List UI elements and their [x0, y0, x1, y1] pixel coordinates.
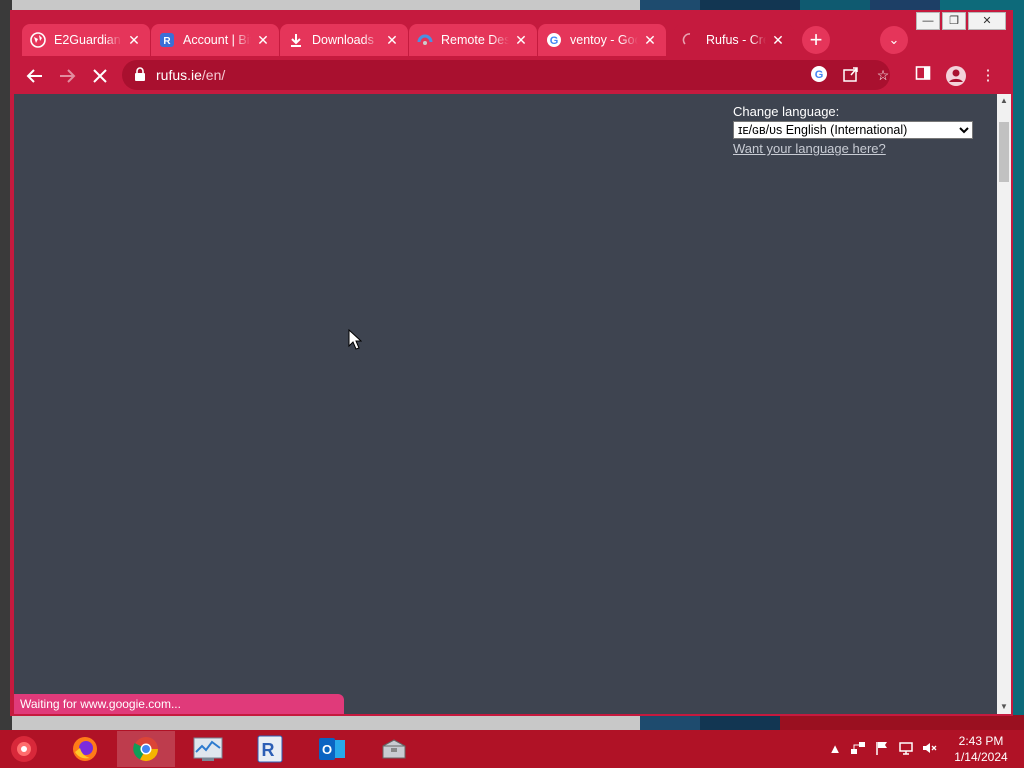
- rustdesk-icon: R: [159, 32, 175, 48]
- taskbar-rustdesk[interactable]: R: [241, 731, 299, 767]
- close-tab-icon[interactable]: ✕: [384, 32, 400, 48]
- bookmark-star-icon[interactable]: ☆: [873, 65, 893, 85]
- google-icon: G: [546, 32, 562, 48]
- loading-icon: [682, 32, 698, 48]
- display-icon[interactable]: [897, 740, 915, 758]
- remote-desktop-icon: [417, 32, 433, 48]
- forward-arrow-icon: [60, 69, 76, 83]
- close-icon: [93, 69, 107, 83]
- svg-text:O: O: [322, 742, 332, 757]
- status-bubble: Waiting for www.googie.com...: [14, 694, 344, 714]
- back-arrow-icon: [26, 69, 42, 83]
- svg-text:R: R: [262, 740, 275, 760]
- clock-date: 1/14/2024: [954, 750, 1008, 764]
- start-orb-icon: [11, 736, 37, 762]
- start-button[interactable]: [6, 732, 42, 766]
- tab-search-button[interactable]: ⌄: [880, 26, 908, 54]
- taskbar-firefox[interactable]: [56, 731, 114, 767]
- svg-text:G: G: [815, 69, 824, 81]
- taskbar-task-manager[interactable]: [179, 731, 237, 767]
- outlook-icon: O: [319, 738, 345, 760]
- url-path: /en/: [201, 67, 226, 83]
- chrome-icon: [133, 737, 158, 762]
- google-lens-icon[interactable]: G: [809, 65, 829, 85]
- browser-window: E2Guardian ✕ R Account | Bitwarden ✕ Dow…: [10, 10, 1013, 716]
- page-content: Change language: ɪᴇ/ɢʙ/ᴜs English (Inter…: [14, 94, 997, 714]
- svg-text:R: R: [163, 36, 171, 47]
- taskbar-archive[interactable]: [365, 731, 423, 767]
- flag-icon[interactable]: [873, 740, 891, 758]
- scrollbar-thumb[interactable]: [999, 122, 1009, 182]
- close-tab-icon[interactable]: ✕: [513, 32, 529, 48]
- tab-account[interactable]: R Account | Bitwarden ✕: [151, 24, 279, 56]
- rustdesk-icon: R: [257, 735, 283, 763]
- side-panel-icon[interactable]: [912, 65, 934, 87]
- back-button[interactable]: [23, 64, 47, 88]
- browser-toolbar: rufus.ie/en/ G ☆ ⋮: [10, 58, 1013, 94]
- forward-button[interactable]: [55, 64, 79, 88]
- mouse-cursor-icon: [348, 329, 362, 350]
- clock-time: 2:43 PM: [958, 734, 1004, 748]
- close-window-button[interactable]: ✕: [968, 12, 1006, 30]
- task-manager-icon: [193, 737, 223, 761]
- tab-strip: E2Guardian ✕ R Account | Bitwarden ✕ Dow…: [10, 10, 1013, 65]
- taskbar-outlook[interactable]: O: [303, 731, 361, 767]
- maximize-button[interactable]: ❐: [942, 12, 966, 30]
- close-tab-icon[interactable]: ✕: [126, 32, 142, 48]
- vertical-scrollbar[interactable]: ▲ ▼: [997, 94, 1011, 714]
- lock-icon: [134, 66, 156, 84]
- tab-ventoy-search[interactable]: G ventoy - Google Search ✕: [538, 24, 666, 56]
- globe-icon: [30, 32, 46, 48]
- share-icon[interactable]: [841, 65, 861, 85]
- tab-e2guardian[interactable]: E2Guardian ✕: [22, 24, 150, 56]
- system-clock[interactable]: 2:43 PM 1/14/2024: [948, 733, 1014, 765]
- svg-text:G: G: [550, 35, 559, 47]
- taskbar: R O ▲ 2:43 PM 1/14/2024: [0, 730, 1024, 768]
- language-select[interactable]: ɪᴇ/ɢʙ/ᴜs English (International): [733, 121, 973, 139]
- tab-remote-desktop[interactable]: Remote Desktop ✕: [409, 24, 537, 56]
- language-request-link[interactable]: Want your language here?: [733, 141, 973, 156]
- change-language-label: Change language:: [733, 104, 840, 119]
- url-host: rufus.ie: [156, 67, 202, 83]
- archive-icon: [382, 739, 406, 759]
- new-tab-button[interactable]: +: [802, 26, 830, 54]
- scroll-up-icon[interactable]: ▲: [997, 94, 1011, 108]
- volume-muted-icon[interactable]: [920, 740, 938, 758]
- download-icon: [288, 32, 304, 48]
- stop-loading-button[interactable]: [88, 64, 112, 88]
- profile-avatar-icon[interactable]: [945, 65, 967, 87]
- desktop-wallpaper-detail: [780, 715, 1024, 730]
- taskbar-chrome[interactable]: [117, 731, 175, 767]
- close-tab-icon[interactable]: ✕: [642, 32, 658, 48]
- tab-downloads[interactable]: Downloads ✕: [280, 24, 408, 56]
- tab-rufus[interactable]: Rufus - Create bootable USB drives ✕: [674, 24, 794, 56]
- close-tab-icon[interactable]: ✕: [770, 32, 786, 48]
- show-hidden-icons[interactable]: ▲: [826, 740, 844, 758]
- minimize-button[interactable]: —: [916, 12, 940, 30]
- firefox-icon: [73, 737, 97, 761]
- close-tab-icon[interactable]: ✕: [255, 32, 271, 48]
- address-bar[interactable]: rufus.ie/en/: [122, 60, 890, 90]
- menu-kebab-icon[interactable]: ⋮: [977, 65, 999, 87]
- language-selector: Change language: ɪᴇ/ɢʙ/ᴜs English (Inter…: [733, 104, 973, 156]
- network-icon[interactable]: [849, 740, 867, 758]
- scroll-down-icon[interactable]: ▼: [997, 700, 1011, 714]
